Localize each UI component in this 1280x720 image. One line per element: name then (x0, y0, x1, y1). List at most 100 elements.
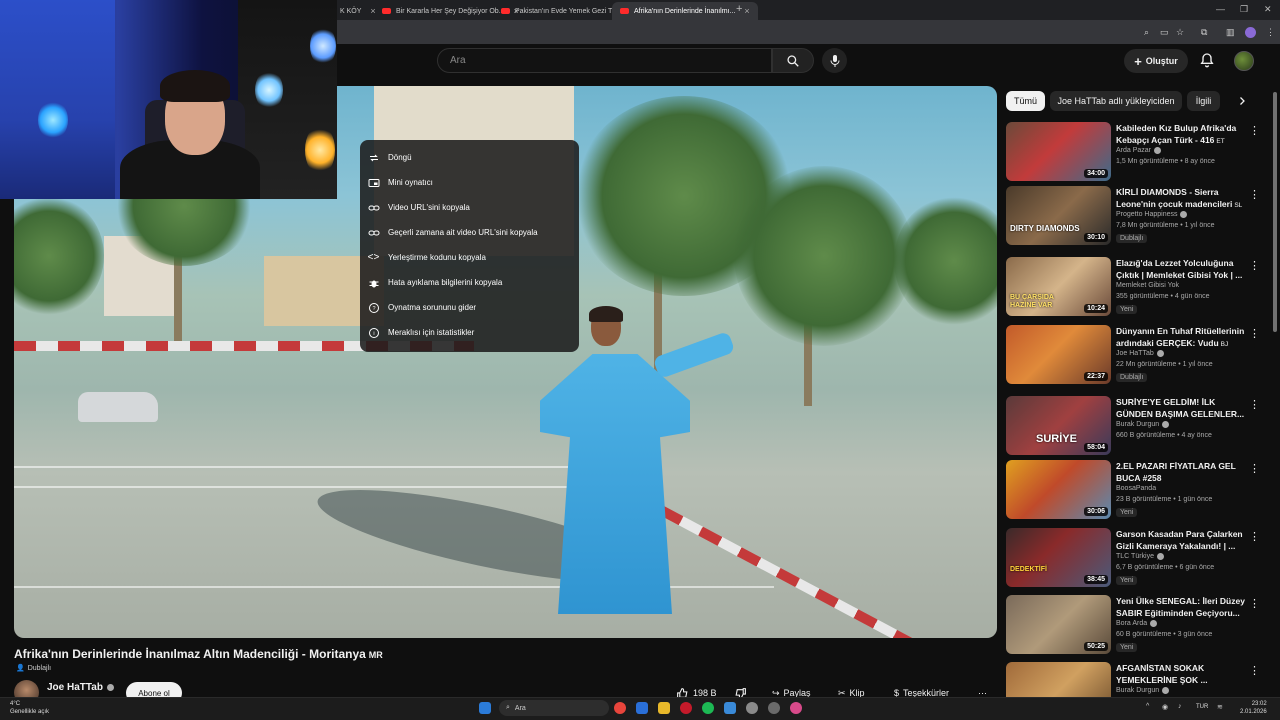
menu-item-copy-url[interactable]: Video URL'sini kopyala (360, 195, 579, 220)
menu-item-troubleshoot[interactable]: ? Oynatma sorununu gider (360, 295, 579, 320)
video-title[interactable]: 2.EL PAZARI FİYATLARA GEL BUCA #258 (1116, 460, 1252, 484)
video-thumbnail[interactable]: DEDEKTİFİ 38:45 (1006, 528, 1111, 587)
video-channel[interactable]: Burak Durgun (1116, 687, 1170, 694)
chrome-alt-icon[interactable] (790, 702, 802, 714)
video-channel[interactable]: Bora Arda (1116, 620, 1158, 627)
video-title[interactable]: Elazığ'da Lezzet Yolculuğuna Çıktık | Me… (1116, 257, 1252, 281)
search-input[interactable]: Ara (437, 48, 772, 73)
spotify-icon[interactable] (702, 702, 714, 714)
side-panel-icon[interactable]: ▥ (1226, 27, 1235, 38)
video-channel[interactable]: Joe HaTTab (1116, 350, 1164, 357)
more-options-icon[interactable]: ⋮ (1249, 597, 1260, 610)
github-icon[interactable] (768, 702, 780, 714)
language-indicator[interactable]: TUR (1196, 704, 1208, 710)
more-options-icon[interactable]: ⋮ (1249, 664, 1260, 677)
video-thumbnail[interactable]: BU ÇARŞIDA HAZİNE VAR 10:24 (1006, 257, 1111, 316)
recommended-video[interactable]: DEDEKTİFİ 38:45 Garson Kasadan Para Çala… (1006, 528, 1264, 590)
more-options-icon[interactable]: ⋮ (1249, 259, 1260, 272)
video-channel[interactable]: Burak Durgun (1116, 421, 1170, 428)
maximize-icon[interactable]: ❐ (1240, 4, 1248, 15)
account-avatar[interactable] (1234, 51, 1254, 71)
file-explorer-icon[interactable] (658, 702, 670, 714)
menu-item-copy-embed[interactable]: <> Yerleştirme kodunu kopyala (360, 245, 579, 270)
sidebar-scrollbar[interactable] (1273, 92, 1277, 332)
search-page-icon[interactable]: ⌕ (1144, 27, 1149, 38)
video-thumbnail[interactable]: 50:25 (1006, 595, 1111, 654)
bookmark-star-icon[interactable]: ☆ (1176, 27, 1184, 38)
wifi-icon[interactable]: ≋ (1217, 703, 1223, 711)
taskbar-search[interactable]: ⌕ Ara (499, 700, 609, 716)
menu-item-loop[interactable]: Döngü (360, 145, 579, 170)
chip-from-uploader[interactable]: Joe HaTTab adlı yükleyiciden (1050, 91, 1182, 111)
video-title[interactable]: KİRLİ DIAMONDS - Sierra Leone'nin çocuk … (1116, 186, 1252, 210)
store-icon[interactable] (724, 702, 736, 714)
video-channel[interactable]: BoosaPanda (1116, 485, 1156, 492)
chevron-right-icon[interactable] (1236, 94, 1248, 112)
video-thumbnail[interactable] (1006, 662, 1111, 697)
video-channel[interactable]: Progetto Happiness (1116, 211, 1188, 218)
video-channel[interactable]: Memleket Gibisi Yok (1116, 282, 1179, 289)
more-options-icon[interactable]: ⋮ (1249, 462, 1260, 475)
verified-icon (1180, 211, 1188, 218)
more-options-icon[interactable]: ⋮ (1249, 188, 1260, 201)
recommended-video[interactable]: 34:00 Kabileden Kız Bulup Afrika'da Keba… (1006, 122, 1264, 184)
taskbar-clock[interactable]: 23:02 2.01.2026 (1240, 700, 1267, 716)
extensions-icon[interactable]: ⧉ (1201, 27, 1207, 38)
recommended-video[interactable]: BU ÇARŞIDA HAZİNE VAR 10:24 Elazığ'da Le… (1006, 257, 1264, 319)
search-button[interactable] (772, 48, 814, 73)
video-thumbnail[interactable]: SURİYE 58:04 (1006, 396, 1111, 455)
recommended-video[interactable]: AFGANİSTAN SOKAK YEMEKLERİNE ŞOK ... Bur… (1006, 662, 1264, 697)
steam-icon[interactable] (636, 702, 648, 714)
menu-item-copy-debug[interactable]: Hata ayıklama bilgilerini kopyala (360, 270, 579, 295)
menu-item-stats-for-nerds[interactable]: i Meraklısı için istatistikler (360, 320, 579, 345)
browser-menu-icon[interactable]: ⋮ (1266, 27, 1275, 38)
tray-overflow-icon[interactable]: ^ (1146, 703, 1149, 710)
close-window-icon[interactable]: ✕ (1264, 4, 1272, 15)
more-options-icon[interactable]: ⋮ (1249, 398, 1260, 411)
opera-icon[interactable] (680, 702, 692, 714)
video-title[interactable]: AFGANİSTAN SOKAK YEMEKLERİNE ŞOK ... (1116, 662, 1252, 686)
recommended-video[interactable]: DIRTY DIAMONDS 30:10 KİRLİ DIAMONDS - Si… (1006, 186, 1264, 248)
menu-item-copy-url-at-time[interactable]: Geçerli zamana ait video URL'sini kopyal… (360, 220, 579, 245)
video-title[interactable]: Dünyanın En Tuhaf Ritüellerinin ardındak… (1116, 325, 1252, 349)
video-title[interactable]: Garson Kasadan Para Çalarken Gizli Kamer… (1116, 528, 1252, 552)
video-thumbnail[interactable]: 34:00 (1006, 122, 1111, 181)
chrome-icon[interactable] (614, 702, 626, 714)
menu-item-miniplayer[interactable]: Mini oynatıcı (360, 170, 579, 195)
chip-related[interactable]: İlgili (1187, 91, 1220, 111)
browser-profile-avatar[interactable] (1245, 27, 1256, 38)
video-title[interactable]: Kabileden Kız Bulup Afrika'da Kebapçı Aç… (1116, 122, 1252, 146)
video-title[interactable]: Yeni Ülke SENEGAL: İleri Düzey SABIR Eği… (1116, 595, 1252, 619)
minimize-icon[interactable]: — (1216, 4, 1225, 14)
weather-widget[interactable]: 4°C Genellikle açık (10, 700, 49, 716)
channel-name[interactable]: Joe HaTTab (47, 682, 114, 693)
video-thumbnail[interactable]: 22:37 (1006, 325, 1111, 384)
settings-icon[interactable] (746, 702, 758, 714)
windows-start-icon[interactable] (479, 702, 491, 714)
notifications-button[interactable] (1199, 52, 1215, 73)
recommended-video[interactable]: 50:25 Yeni Ülke SENEGAL: İleri Düzey SAB… (1006, 595, 1264, 657)
chip-all[interactable]: Tümü (1006, 91, 1045, 111)
recommended-video[interactable]: 30:06 2.EL PAZARI FİYATLARA GEL BUCA #25… (1006, 460, 1264, 522)
video-thumbnail[interactable]: DIRTY DIAMONDS 30:10 (1006, 186, 1111, 245)
video-channel[interactable]: TLC Türkiye (1116, 553, 1164, 560)
recommended-video[interactable]: SURİYE 58:04 SURİYE'YE GELDİM! İLK GÜNDE… (1006, 396, 1264, 458)
plus-icon: + (1134, 53, 1142, 69)
cast-icon[interactable]: ▭ (1160, 27, 1169, 38)
network-icon[interactable]: ◉ (1162, 703, 1168, 711)
menu-item-label: Döngü (388, 153, 412, 162)
more-options-icon[interactable]: ⋮ (1249, 327, 1260, 340)
more-options-icon[interactable]: ⋮ (1249, 124, 1260, 137)
video-title[interactable]: SURİYE'YE GELDİM! İLK GÜNDEN BAŞIMA GELE… (1116, 396, 1252, 420)
video-channel[interactable]: Arda Pazar (1116, 147, 1162, 154)
create-button[interactable]: + Oluştur (1124, 49, 1188, 73)
recommended-video[interactable]: 22:37 Dünyanın En Tuhaf Ritüellerinin ar… (1006, 325, 1264, 387)
menu-item-label: Yerleştirme kodunu kopyala (388, 253, 486, 262)
voice-search-button[interactable] (822, 48, 847, 73)
new-tab-button[interactable]: + (736, 3, 742, 15)
volume-icon[interactable]: ♪ (1178, 703, 1182, 710)
more-options-icon[interactable]: ⋮ (1249, 530, 1260, 543)
video-title-text: Yeni Ülke SENEGAL: İleri Düzey SABIR Eği… (1116, 596, 1245, 618)
video-thumbnail[interactable]: 30:06 (1006, 460, 1111, 519)
close-tab-icon[interactable]: × (744, 6, 749, 16)
